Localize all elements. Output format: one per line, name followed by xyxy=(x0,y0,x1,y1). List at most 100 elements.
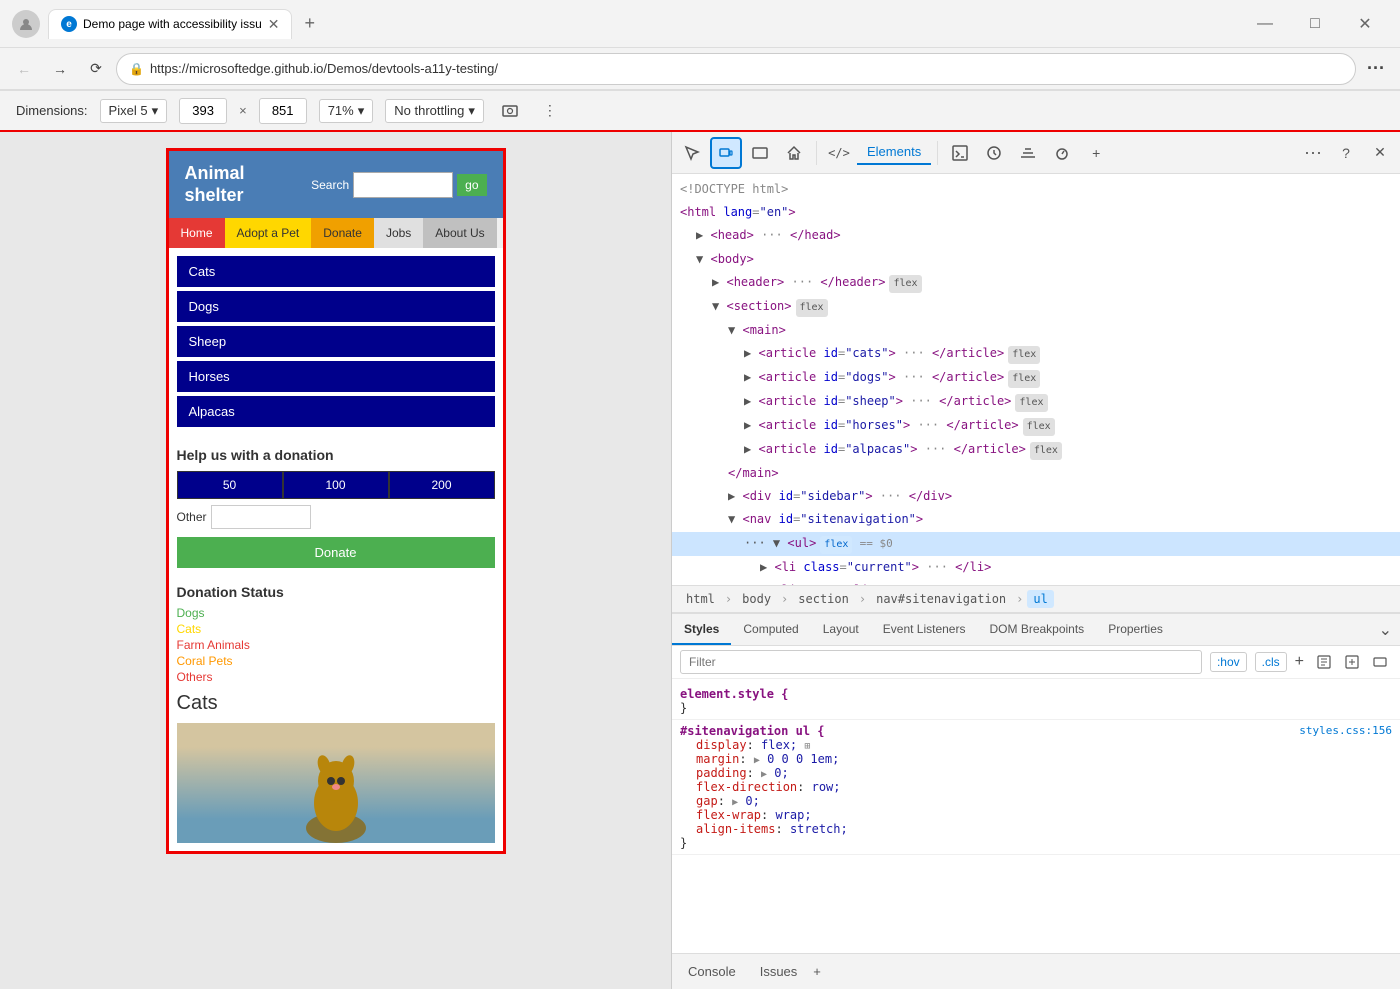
styles-filter-input[interactable] xyxy=(680,650,1202,674)
css-prop-flex-direction: flex-direction: row; xyxy=(680,780,1392,794)
more-options-button[interactable]: ⋮ xyxy=(536,97,564,125)
network-button[interactable] xyxy=(1012,137,1044,169)
window-controls: — □ ✕ xyxy=(1242,8,1388,40)
dom-ul[interactable]: ··· ▼ <ul>flex == $0 xyxy=(672,532,1400,556)
inspect-element-button[interactable] xyxy=(676,137,708,169)
dom-head[interactable]: ▶ <head> ··· </head> xyxy=(672,224,1400,247)
dom-article-sheep[interactable]: ▶ <article id="sheep"> ··· </article>fle… xyxy=(672,390,1400,414)
css-prop-gap: gap: ▶ 0; xyxy=(680,794,1392,808)
tab-properties[interactable]: Properties xyxy=(1096,614,1175,645)
class-filter-button[interactable]: .cls xyxy=(1255,652,1287,672)
dom-body[interactable]: ▼ <body> xyxy=(672,248,1400,271)
breadcrumb-body[interactable]: body xyxy=(736,590,777,608)
nav-donate[interactable]: Donate xyxy=(311,218,374,248)
amount-200-button[interactable]: 200 xyxy=(389,471,495,499)
nav-home[interactable]: Home xyxy=(169,218,225,248)
cats-title: Cats xyxy=(177,692,495,715)
performance-button[interactable] xyxy=(1046,137,1078,169)
dom-li-current[interactable]: ▶ <li class="current"> ··· </li> xyxy=(672,556,1400,579)
capture-screenshot-button[interactable] xyxy=(496,97,524,125)
breadcrumb-section[interactable]: section xyxy=(792,590,855,608)
sources-button[interactable] xyxy=(978,137,1010,169)
dom-main-close[interactable]: </main> xyxy=(672,462,1400,485)
width-input[interactable] xyxy=(179,98,227,124)
nav-jobs[interactable]: Jobs xyxy=(374,218,423,248)
devtools-more-button[interactable]: ··· xyxy=(1298,142,1328,163)
device-toolbar: Dimensions: Pixel 5 ▾ × 71% ▾ No throttl… xyxy=(0,90,1400,132)
animal-horses-button[interactable]: Horses xyxy=(177,361,495,392)
style-icon-2[interactable] xyxy=(1340,650,1364,674)
chevron-down-icon: ▾ xyxy=(358,103,365,119)
device-emulation-button[interactable] xyxy=(710,137,742,169)
dom-div-sidebar[interactable]: ▶ <div id="sidebar"> ··· </div> xyxy=(672,485,1400,508)
elements-panel-button[interactable]: </> xyxy=(823,137,855,169)
home-button[interactable] xyxy=(778,137,810,169)
nav-about[interactable]: About Us xyxy=(423,218,496,248)
animal-sheep-button[interactable]: Sheep xyxy=(177,326,495,357)
amount-100-button[interactable]: 100 xyxy=(283,471,389,499)
site-search-input[interactable] xyxy=(353,172,453,198)
back-button[interactable]: ← xyxy=(8,53,40,85)
dom-header[interactable]: ▶ <header> ··· </header>flex xyxy=(672,271,1400,295)
style-icon-1[interactable] xyxy=(1312,650,1336,674)
animal-dogs-button[interactable]: Dogs xyxy=(177,291,495,322)
address-bar[interactable]: 🔒 https://microsoftedge.github.io/Demos/… xyxy=(116,53,1356,85)
device-selector[interactable]: Pixel 5 ▾ xyxy=(100,99,168,123)
issues-tab[interactable]: Issues xyxy=(752,960,806,983)
animal-alpacas-button[interactable]: Alpacas xyxy=(177,396,495,427)
dom-article-alpacas[interactable]: ▶ <article id="alpacas"> ··· </article>f… xyxy=(672,438,1400,462)
devtools-help-button[interactable]: ? xyxy=(1330,137,1362,169)
animal-cats-button[interactable]: Cats xyxy=(177,256,495,287)
dom-tree[interactable]: <!DOCTYPE html> <html lang="en"> ▶ <head… xyxy=(672,174,1400,585)
other-amount-input[interactable] xyxy=(211,505,311,529)
forward-button[interactable]: → xyxy=(44,53,76,85)
reload-button[interactable]: ⟳ xyxy=(80,53,112,85)
zoom-selector[interactable]: 71% ▾ xyxy=(319,99,374,123)
minimize-button[interactable]: — xyxy=(1242,8,1288,40)
add-panel-button[interactable]: + xyxy=(1080,137,1112,169)
css-close-brace2: } xyxy=(680,836,687,850)
console-button[interactable] xyxy=(944,137,976,169)
flex-icon[interactable]: ⊞ xyxy=(804,741,810,752)
styles-chevron[interactable]: ⌄ xyxy=(1379,620,1392,640)
height-input[interactable] xyxy=(259,98,307,124)
breadcrumb-html[interactable]: html xyxy=(680,590,721,608)
dom-article-horses[interactable]: ▶ <article id="horses"> ··· </article>fl… xyxy=(672,414,1400,438)
amount-50-button[interactable]: 50 xyxy=(177,471,283,499)
status-dogs: Dogs xyxy=(177,606,495,620)
dom-nav[interactable]: ▼ <nav id="sitenavigation"> xyxy=(672,508,1400,531)
maximize-button[interactable]: □ xyxy=(1292,8,1338,40)
css-source-link[interactable]: styles.css:156 xyxy=(1299,724,1392,738)
new-tab-button[interactable]: + xyxy=(296,11,323,36)
tab-layout[interactable]: Layout xyxy=(811,614,871,645)
dom-section[interactable]: ▼ <section>flex xyxy=(672,295,1400,319)
dom-li-1[interactable]: ▶ <li> ··· </li> xyxy=(672,579,1400,585)
dom-article-cats[interactable]: ▶ <article id="cats"> ··· </article>flex xyxy=(672,342,1400,366)
browser-more-button[interactable]: ··· xyxy=(1360,53,1392,85)
dom-html[interactable]: <html lang="en"> xyxy=(672,201,1400,224)
throttle-selector[interactable]: No throttling ▾ xyxy=(385,99,484,123)
dom-doctype[interactable]: <!DOCTYPE html> xyxy=(672,178,1400,201)
tab-close-button[interactable]: ✕ xyxy=(268,16,280,33)
tab-computed[interactable]: Computed xyxy=(731,614,810,645)
style-icon-3[interactable] xyxy=(1368,650,1392,674)
tab-styles[interactable]: Styles xyxy=(672,614,731,645)
donate-button[interactable]: Donate xyxy=(177,537,495,568)
active-tab[interactable]: e Demo page with accessibility issu ✕ xyxy=(48,9,292,39)
console-drawer-button[interactable] xyxy=(744,137,776,169)
site-search-button[interactable]: go xyxy=(457,174,486,196)
dom-article-dogs[interactable]: ▶ <article id="dogs"> ··· </article>flex xyxy=(672,366,1400,390)
nav-adopt[interactable]: Adopt a Pet xyxy=(225,218,312,248)
breadcrumb-nav[interactable]: nav#sitenavigation xyxy=(870,590,1012,608)
console-tab[interactable]: Console xyxy=(680,960,744,983)
tab-dom-breakpoints[interactable]: DOM Breakpoints xyxy=(977,614,1096,645)
add-style-button[interactable]: + xyxy=(1295,653,1304,671)
breadcrumb-ul[interactable]: ul xyxy=(1027,590,1053,608)
hover-filter-button[interactable]: :hov xyxy=(1210,652,1247,672)
dom-main[interactable]: ▼ <main> xyxy=(672,319,1400,342)
devtools-close-button[interactable]: ✕ xyxy=(1364,137,1396,169)
close-button[interactable]: ✕ xyxy=(1342,8,1388,40)
add-bottom-panel-button[interactable]: + xyxy=(813,964,821,979)
tab-event-listeners[interactable]: Event Listeners xyxy=(871,614,978,645)
elements-tab[interactable]: Elements xyxy=(857,140,931,165)
